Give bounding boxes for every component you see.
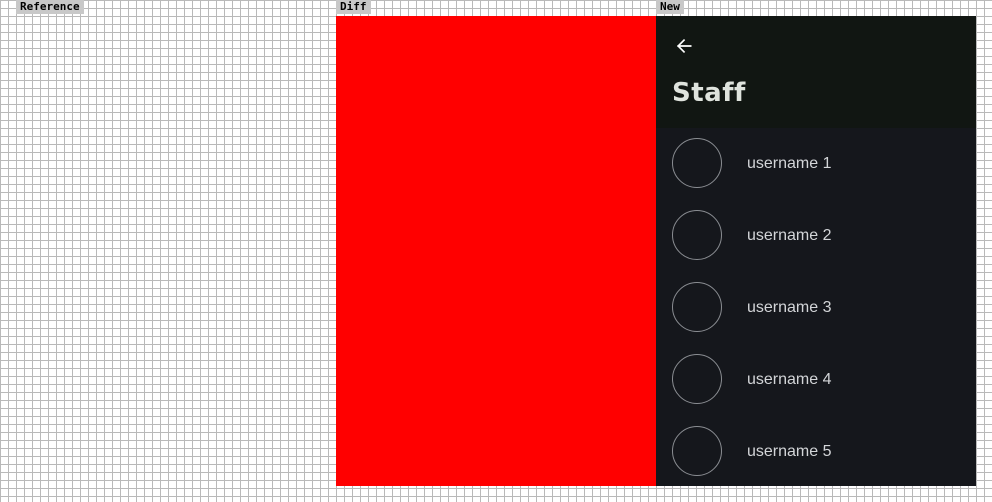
avatar	[672, 426, 722, 476]
list-item[interactable]: username 2	[656, 200, 976, 272]
list-item[interactable]: username 4	[656, 344, 976, 416]
username-label: username 1	[747, 155, 832, 172]
username-label: username 2	[747, 227, 832, 244]
arrow-left-icon	[676, 38, 692, 54]
new-label: New	[656, 0, 684, 14]
back-button[interactable]	[668, 30, 700, 62]
list-item[interactable]: username 3	[656, 272, 976, 344]
staff-screen: Staff username 1 username 2 username 3 u…	[656, 16, 976, 486]
username-label: username 4	[747, 371, 832, 388]
username-label: username 5	[747, 443, 832, 460]
avatar	[672, 282, 722, 332]
avatar	[672, 210, 722, 260]
avatar	[672, 354, 722, 404]
app-header: Staff	[656, 16, 976, 128]
avatar	[672, 138, 722, 188]
reference-label: Reference	[16, 0, 84, 14]
page-title: Staff	[672, 78, 746, 108]
diff-panel	[336, 16, 656, 486]
username-label: username 3	[747, 299, 832, 316]
list-item[interactable]: username 1	[656, 128, 976, 200]
diff-label: Diff	[336, 0, 371, 14]
staff-list: username 1 username 2 username 3 usernam…	[656, 128, 976, 486]
list-item[interactable]: username 5	[656, 416, 976, 486]
